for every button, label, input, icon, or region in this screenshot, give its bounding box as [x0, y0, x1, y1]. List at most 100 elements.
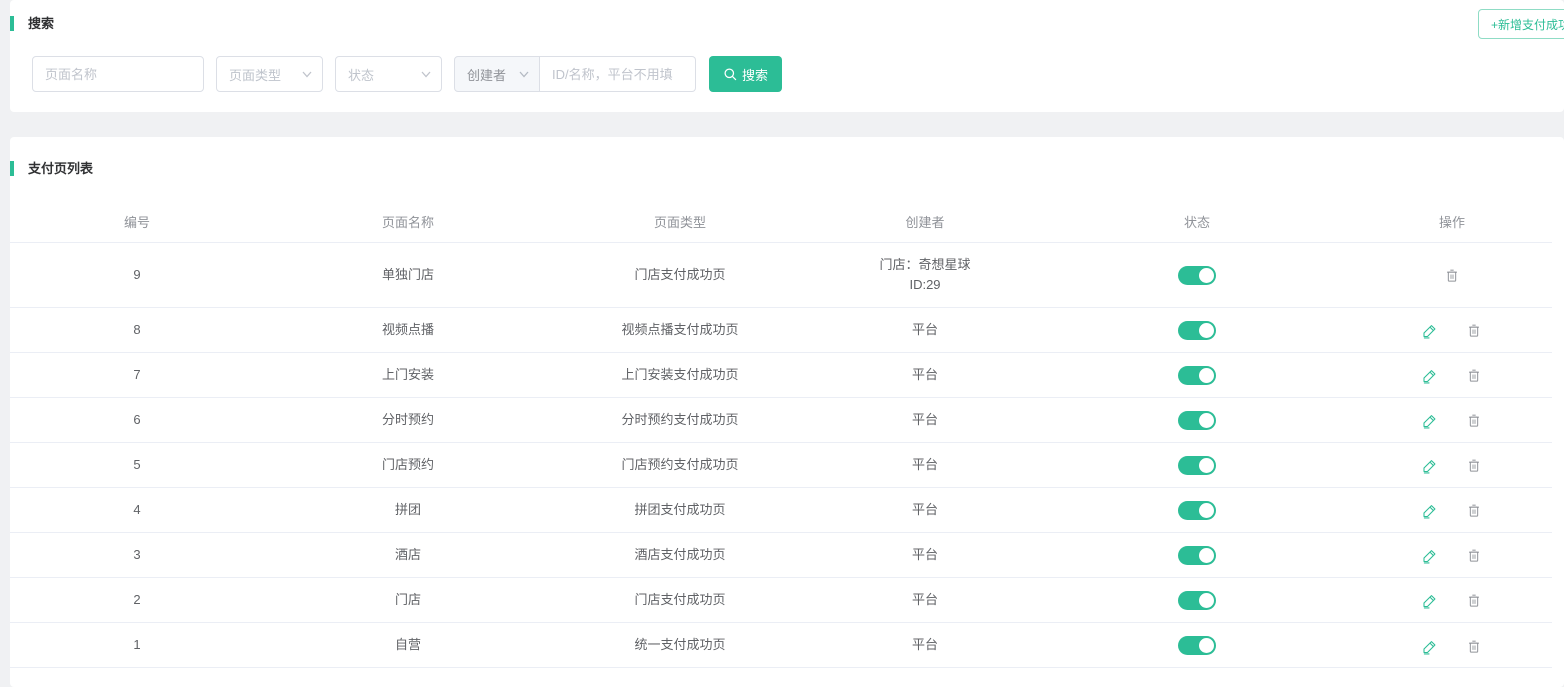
chevron-down-icon [302, 71, 312, 78]
edit-icon[interactable] [1422, 638, 1438, 655]
delete-icon[interactable] [1444, 267, 1460, 284]
table-row: 8 视频点播 视频点播支付成功页 平台 [10, 307, 1552, 352]
cell-creator: 平台 [808, 577, 1042, 622]
row-page-name: 单独门店 [382, 267, 434, 282]
search-button[interactable]: 搜索 [709, 56, 782, 92]
status-toggle[interactable] [1178, 546, 1216, 565]
search-title-text: 搜索 [28, 16, 54, 31]
cell-status [1042, 532, 1352, 577]
row-page-type: 上门安装支付成功页 [621, 367, 738, 382]
row-page-type: 门店支付成功页 [634, 592, 725, 607]
cell-page-type: 门店支付成功页 [552, 577, 808, 622]
row-creator: 平台 [808, 410, 1042, 430]
column-header-page-type: 页面类型 [552, 202, 808, 242]
delete-icon[interactable] [1466, 322, 1482, 339]
column-header-creator: 创建者 [808, 202, 1042, 242]
edit-icon[interactable] [1422, 412, 1438, 429]
status-toggle[interactable] [1178, 591, 1216, 610]
delete-icon[interactable] [1466, 457, 1482, 474]
toggle-knob [1199, 638, 1214, 653]
row-id: 5 [133, 457, 140, 472]
cell-status [1042, 352, 1352, 397]
row-page-type: 分时预约支付成功页 [621, 412, 738, 427]
table-header-row: 编号 页面名称 页面类型 创建者 状态 操作 [10, 202, 1552, 242]
cell-page-type: 酒店支付成功页 [552, 532, 808, 577]
cell-page-type: 视频点播支付成功页 [552, 307, 808, 352]
create-payment-page-button[interactable]: +新增支付成功 [1478, 9, 1564, 39]
status-toggle[interactable] [1178, 636, 1216, 655]
edit-icon[interactable] [1422, 592, 1438, 609]
row-page-name: 拼团 [395, 502, 421, 517]
table-row: 6 分时预约 分时预约支付成功页 平台 [10, 397, 1552, 442]
edit-icon[interactable] [1422, 457, 1438, 474]
cell-actions [1352, 487, 1552, 532]
row-page-name: 视频点播 [382, 322, 434, 337]
status-toggle[interactable] [1178, 411, 1216, 430]
keyword-input[interactable] [540, 56, 696, 92]
cell-actions [1352, 442, 1552, 487]
edit-icon[interactable] [1422, 547, 1438, 564]
row-id: 8 [133, 322, 140, 337]
cell-actions [1352, 352, 1552, 397]
search-button-label: 搜索 [742, 65, 768, 84]
edit-icon[interactable] [1422, 322, 1438, 339]
cell-actions [1352, 397, 1552, 442]
status-toggle[interactable] [1178, 366, 1216, 385]
cell-status [1042, 577, 1352, 622]
row-creator: 平台 [808, 365, 1042, 385]
row-id: 2 [133, 592, 140, 607]
table-row: 5 门店预约 门店预约支付成功页 平台 [10, 442, 1552, 487]
cell-id: 6 [10, 397, 264, 442]
status-toggle[interactable] [1178, 321, 1216, 340]
search-section-title: 搜索 [10, 0, 1564, 32]
edit-icon[interactable] [1422, 367, 1438, 384]
payment-list-panel: 支付页列表 编号 页面名称 页面类型 创建者 状态 操作 9 单独门店 门店支付… [10, 137, 1564, 687]
cell-creator: 平台 [808, 307, 1042, 352]
page-type-select-label: 页面类型 [229, 65, 281, 84]
delete-icon[interactable] [1466, 502, 1482, 519]
cell-page-name: 单独门店 [264, 242, 552, 307]
row-id: 1 [133, 637, 140, 652]
cell-creator: 平台 [808, 487, 1042, 532]
cell-creator: 门店：奇想星球 ID:29 [808, 242, 1042, 307]
cell-page-name: 拼团 [264, 487, 552, 532]
row-page-type: 酒店支付成功页 [634, 547, 725, 562]
status-select[interactable]: 状态 [335, 56, 442, 92]
cell-creator: 平台 [808, 532, 1042, 577]
delete-icon[interactable] [1466, 638, 1482, 655]
status-select-label: 状态 [348, 65, 374, 84]
row-id: 4 [133, 502, 140, 517]
page-type-select[interactable]: 页面类型 [216, 56, 323, 92]
edit-icon[interactable] [1422, 502, 1438, 519]
row-creator: 平台 [808, 545, 1042, 565]
title-accent-bar [10, 16, 14, 31]
title-accent-bar [10, 161, 14, 176]
chevron-down-icon [421, 71, 431, 78]
column-header-status: 状态 [1042, 202, 1352, 242]
delete-icon[interactable] [1466, 547, 1482, 564]
delete-icon[interactable] [1466, 367, 1482, 384]
cell-page-name: 酒店 [264, 532, 552, 577]
table-row: 9 单独门店 门店支付成功页 门店：奇想星球 ID:29 [10, 242, 1552, 307]
toggle-knob [1199, 503, 1214, 518]
delete-icon[interactable] [1466, 412, 1482, 429]
creator-select-label: 创建者 [467, 65, 506, 84]
cell-status [1042, 242, 1352, 307]
row-page-type: 统一支付成功页 [634, 637, 725, 652]
status-toggle[interactable] [1178, 501, 1216, 520]
row-creator: 平台 [808, 500, 1042, 520]
row-page-type: 门店预约支付成功页 [621, 457, 738, 472]
column-header-page-name: 页面名称 [264, 202, 552, 242]
status-toggle[interactable] [1178, 456, 1216, 475]
row-creator: 平台 [808, 635, 1042, 655]
delete-icon[interactable] [1466, 592, 1482, 609]
cell-status [1042, 307, 1352, 352]
list-title-text: 支付页列表 [28, 161, 93, 176]
table-row: 2 门店 门店支付成功页 平台 [10, 577, 1552, 622]
status-toggle[interactable] [1178, 266, 1216, 285]
cell-page-name: 分时预约 [264, 397, 552, 442]
row-creator: 平台 [808, 320, 1042, 340]
creator-select[interactable]: 创建者 [454, 56, 540, 92]
row-page-name: 门店 [395, 592, 421, 607]
page-name-input[interactable] [32, 56, 204, 92]
